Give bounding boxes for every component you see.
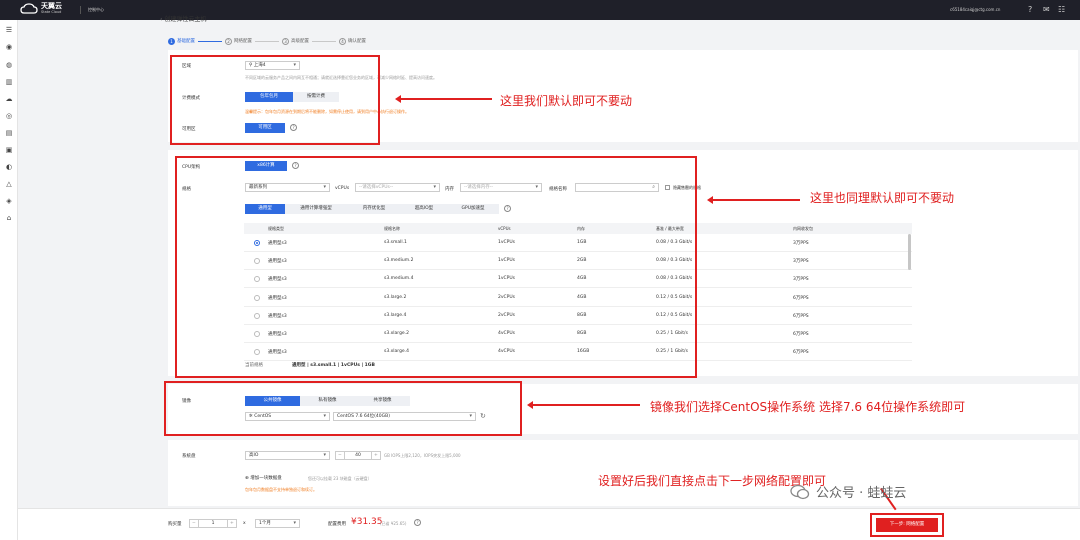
- cell-pps: 6万PPS: [793, 313, 809, 319]
- fee-value: ¥31.35: [351, 517, 383, 527]
- user-account[interactable]: c65184caiqj@ctg.com.cn: [950, 7, 1000, 12]
- step-1[interactable]: 1 基础配置: [168, 37, 195, 45]
- settings-icon[interactable]: ◈: [4, 197, 14, 206]
- annotation-box-basic: [170, 55, 380, 145]
- network-icon[interactable]: ◎: [4, 112, 14, 121]
- chevron-down-icon: ▾: [323, 452, 326, 458]
- brand-sub: State Cloud: [41, 10, 62, 14]
- brand-logo[interactable]: 天翼云 State Cloud: [20, 3, 62, 15]
- disk-size-hint: GB IOPS上限2,120，IOPS突发上限5,000: [384, 453, 461, 458]
- step-number: 1: [168, 37, 175, 45]
- cell-pps: 3万PPS: [793, 277, 809, 283]
- col-pps: 内网收发包: [793, 226, 813, 231]
- add-disk-hint: 您还可以挂载 23 块磁盘（云硬盘）: [308, 476, 372, 481]
- annotation-arrow: [527, 401, 640, 409]
- cdn-icon[interactable]: ⌂: [4, 214, 14, 223]
- disk-plus-button[interactable]: +: [371, 451, 381, 460]
- cloud-logo-icon: [20, 3, 38, 14]
- step-connector: [198, 40, 222, 42]
- step-4[interactable]: 4 确认配置: [339, 37, 366, 45]
- annotation-arrow: [395, 95, 492, 103]
- step-label: 确认配置: [348, 39, 366, 44]
- duration-select[interactable]: 1个月 ▾: [255, 519, 300, 528]
- table-scrollbar[interactable]: [908, 234, 911, 270]
- alert-icon[interactable]: △: [4, 180, 14, 189]
- message-icon[interactable]: ✉: [1043, 5, 1050, 15]
- console-link[interactable]: 控制中心: [88, 7, 104, 13]
- cell-pps: 6万PPS: [793, 332, 809, 337]
- annotation-box-spec: [175, 156, 697, 378]
- step-connector: [312, 40, 336, 42]
- quantity-label: 购买量: [168, 522, 182, 527]
- step-number: 4: [339, 37, 346, 45]
- page-title: 创建弹性云主机: [164, 16, 207, 23]
- step-2[interactable]: 2 网络配置: [225, 37, 252, 45]
- watermark: 公众号 · 蛙蛙云: [790, 482, 906, 501]
- step-3[interactable]: 3 高级配置: [282, 37, 309, 45]
- annotation-text-1: 这里我们默认即可不要动: [500, 94, 633, 108]
- cell-pps: 3万PPS: [793, 259, 809, 265]
- chevron-down-icon: ▾: [293, 520, 296, 526]
- disk-size-input[interactable]: 40: [344, 451, 372, 460]
- step-progress: 1 基础配置 2 网络配置 3 高级配置 4 确认配置: [168, 36, 366, 46]
- storage-icon[interactable]: ▥: [4, 78, 14, 87]
- cell-pps: 3万PPS: [793, 241, 809, 246]
- annotation-arrow: [707, 196, 800, 204]
- step-label: 网络配置: [234, 39, 252, 44]
- fee-saved: (已省 ¥25.65): [380, 521, 407, 526]
- help-icon[interactable]: ?: [414, 519, 421, 526]
- step-connector: [255, 40, 279, 42]
- annotation-text-2: 这里也同理默认即可不要动: [810, 191, 955, 205]
- database-icon[interactable]: ◍: [4, 61, 14, 70]
- wechat-icon: [790, 484, 810, 499]
- add-data-disk-button[interactable]: ⊕ 增加一块数据盘: [245, 475, 282, 481]
- fee-label: 配置费用: [328, 522, 346, 527]
- cell-pps: 6万PPS: [793, 350, 809, 356]
- annotation-box-image: [164, 381, 522, 436]
- multiply-sign: x: [243, 521, 246, 526]
- grid-menu-icon[interactable]: ☷: [1058, 5, 1065, 15]
- security-icon[interactable]: ▣: [4, 146, 14, 155]
- step-number: 3: [282, 37, 289, 45]
- step-label: 高级配置: [291, 39, 309, 44]
- qty-input[interactable]: 1: [198, 519, 228, 528]
- step-label: 基础配置: [177, 39, 195, 44]
- disk-type-select[interactable]: 高IO ▾: [245, 451, 330, 460]
- disk-label: 系统盘: [182, 454, 196, 459]
- page-header: ‹ 创建弹性云主机: [160, 14, 1030, 24]
- side-nav: ☰ ◉ ◍ ▥ ☁ ◎ ▤ ▣ ◐ △ ◈ ⌂: [0, 20, 18, 540]
- cell-pps: 6万PPS: [793, 295, 809, 301]
- menu-icon[interactable]: ☰: [4, 26, 14, 35]
- document-icon[interactable]: ▤: [4, 129, 14, 138]
- monitor-icon[interactable]: ◐: [4, 163, 14, 172]
- annotation-text-3: 镜像我们选择CentOS操作系统 选择7.6 64位操作系统即可: [650, 400, 966, 414]
- cloud-icon[interactable]: ☁: [4, 95, 14, 104]
- disk-warning: 包年包月数据盘不支持单独退订和续订。: [245, 487, 317, 492]
- cloud-server-icon[interactable]: ◉: [4, 43, 14, 52]
- divider: [80, 6, 81, 14]
- annotation-box-next: [870, 513, 944, 537]
- step-number: 2: [225, 37, 232, 45]
- qty-plus-button[interactable]: +: [227, 519, 237, 528]
- watermark-text: 公众号 · 蛙蛙云: [816, 486, 907, 501]
